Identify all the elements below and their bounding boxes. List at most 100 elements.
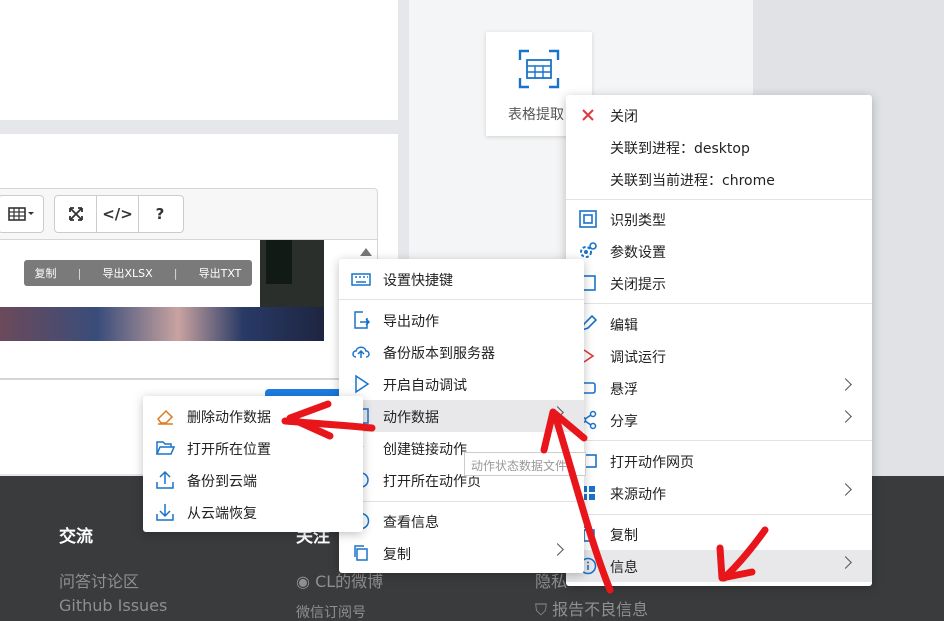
menu-item-recognize-type[interactable]: 识别类型: [566, 203, 872, 235]
screenshot-image-inner: [266, 240, 292, 284]
view-group: </> ?: [54, 195, 184, 233]
report-label: 报告不良信息: [552, 600, 649, 619]
keyboard-icon: [351, 273, 371, 286]
menu-label: 关联到当前进程：chrome: [610, 173, 775, 189]
separator: |: [77, 266, 82, 280]
editor-toolbar: </> ?: [0, 188, 378, 240]
menu-item-settings[interactable]: 参数设置: [566, 235, 872, 267]
submenu-arrow: [839, 556, 852, 569]
copy-toolbar: 复制 | 导出XLSX | 导出TXT: [24, 260, 252, 286]
upload-icon: [156, 470, 174, 489]
menu-label: 创建链接动作: [383, 442, 467, 458]
menu-item-restore-cloud[interactable]: 从云端恢复: [143, 496, 363, 528]
scroll-up-arrow[interactable]: [360, 248, 372, 256]
menu-label: 备份到云端: [187, 474, 257, 490]
submenu-arrow: [551, 543, 564, 556]
table-icon: [8, 207, 34, 221]
menu-divider: [566, 199, 872, 200]
menu-label: 调试运行: [610, 350, 666, 366]
table-group: [0, 195, 44, 233]
help-button[interactable]: ?: [139, 196, 181, 232]
footer-link-report[interactable]: ⛉ 报告不良信息: [535, 596, 648, 620]
menu-label: 开启自动调试: [383, 378, 467, 394]
menu-divider: [339, 299, 584, 300]
menu-item-bind-process[interactable]: 关联到进程：desktop: [566, 131, 872, 163]
menu-item-info[interactable]: 信息: [566, 550, 872, 582]
export-txt-link[interactable]: 导出TXT: [199, 265, 242, 281]
menu-item-bind-current-process[interactable]: 关联到当前进程：chrome: [566, 163, 872, 195]
menu-item-share[interactable]: 分享: [566, 404, 872, 436]
menu-label: 来源动作: [610, 487, 666, 503]
menu-item-set-hotkey[interactable]: 设置快捷键: [339, 263, 584, 295]
menu-label: 打开所在位置: [187, 442, 271, 458]
export-icon: [354, 311, 371, 329]
code-button[interactable]: </>: [97, 196, 139, 232]
tooltip: 动作状态数据文件: [464, 452, 586, 476]
submenu-arrow: [839, 410, 852, 423]
menu-item-close[interactable]: 关闭: [566, 99, 872, 131]
copy-icon: [354, 545, 368, 561]
menu-item-copy[interactable]: 复制: [566, 518, 872, 550]
copy-link[interactable]: 复制: [35, 265, 57, 281]
menu-label: 参数设置: [610, 245, 666, 261]
menu-label: 复制: [610, 528, 638, 544]
menu-item-action-data[interactable]: 动作数据: [339, 400, 584, 432]
menu-item-open-location[interactable]: 打开所在位置: [143, 432, 363, 464]
menu-label: 分享: [610, 414, 638, 430]
gear-icon: [580, 242, 597, 258]
image-strip: [0, 307, 324, 341]
cloud-upload-icon: [352, 346, 370, 358]
menu-item-auto-debug[interactable]: 开启自动调试: [339, 368, 584, 400]
menu-item-float[interactable]: 悬浮: [566, 372, 872, 404]
menu-label: 从云端恢复: [187, 506, 257, 522]
submenu-arrow: [839, 378, 852, 391]
menu-label: 导出动作: [383, 314, 439, 330]
menu-label: 关闭: [610, 109, 638, 125]
play-outline-icon: [355, 374, 370, 394]
recognize-icon: [579, 210, 597, 228]
menu-label: 动作数据: [383, 410, 439, 426]
menu-divider: [566, 514, 872, 515]
menu-label: 打开动作网页: [610, 455, 694, 471]
panel-gap: [0, 120, 398, 134]
menu-divider: [566, 303, 872, 304]
download-icon: [156, 504, 174, 521]
menu-label: 设置快捷键: [383, 273, 453, 289]
menu-label: 删除动作数据: [187, 410, 271, 426]
fullscreen-button[interactable]: [55, 196, 97, 232]
menu-item-open-web[interactable]: 打开动作网页: [566, 445, 872, 477]
submenu-arrow: [839, 483, 852, 496]
menu-item-edit[interactable]: 编辑: [566, 308, 872, 340]
menu-label: 关闭提示: [610, 277, 666, 293]
menu-item-copy[interactable]: 复制: [339, 537, 584, 569]
menu-label: 信息: [610, 560, 638, 576]
submenu-arrow: [551, 406, 564, 419]
menu-item-source-action[interactable]: 来源动作: [566, 477, 872, 509]
menu-label: 查看信息: [383, 515, 439, 531]
menu-label: 关联到进程：desktop: [610, 141, 750, 157]
close-icon: [582, 109, 594, 121]
menu-item-export-action[interactable]: 导出动作: [339, 304, 584, 336]
eraser-icon: [157, 409, 174, 425]
menu-label: 识别类型: [610, 213, 666, 229]
footer-link-wechat[interactable]: 微信订阅号: [296, 602, 366, 621]
menu-label: 编辑: [610, 318, 638, 334]
menu-item-delete-data[interactable]: 删除动作数据: [143, 400, 363, 432]
menu-item-backup-cloud[interactable]: 备份到云端: [143, 464, 363, 496]
footer-title-exchange: 交流: [59, 527, 93, 547]
menu-item-view-info[interactable]: 查看信息: [339, 505, 584, 537]
menu-item-backup-server[interactable]: 备份版本到服务器: [339, 336, 584, 368]
export-xlsx-link[interactable]: 导出XLSX: [102, 265, 152, 281]
folder-open-icon: [155, 441, 175, 455]
footer-link-github[interactable]: Github Issues: [59, 596, 167, 615]
menu-label: 备份版本到服务器: [383, 346, 495, 362]
table-button[interactable]: [0, 196, 43, 232]
context-menu-main: 关闭 关联到进程：desktop 关联到当前进程：chrome 识别类型 参数设…: [566, 95, 872, 586]
expand-icon: [68, 207, 83, 221]
menu-label: 复制: [383, 547, 411, 563]
menu-item-debug-run[interactable]: 调试运行: [566, 340, 872, 372]
editor-bottom-border: [0, 378, 378, 380]
weibo-icon: ◉: [296, 572, 310, 591]
menu-item-close-hint[interactable]: 关闭提示: [566, 267, 872, 299]
footer-link-qa[interactable]: 问答讨论区: [59, 568, 139, 592]
